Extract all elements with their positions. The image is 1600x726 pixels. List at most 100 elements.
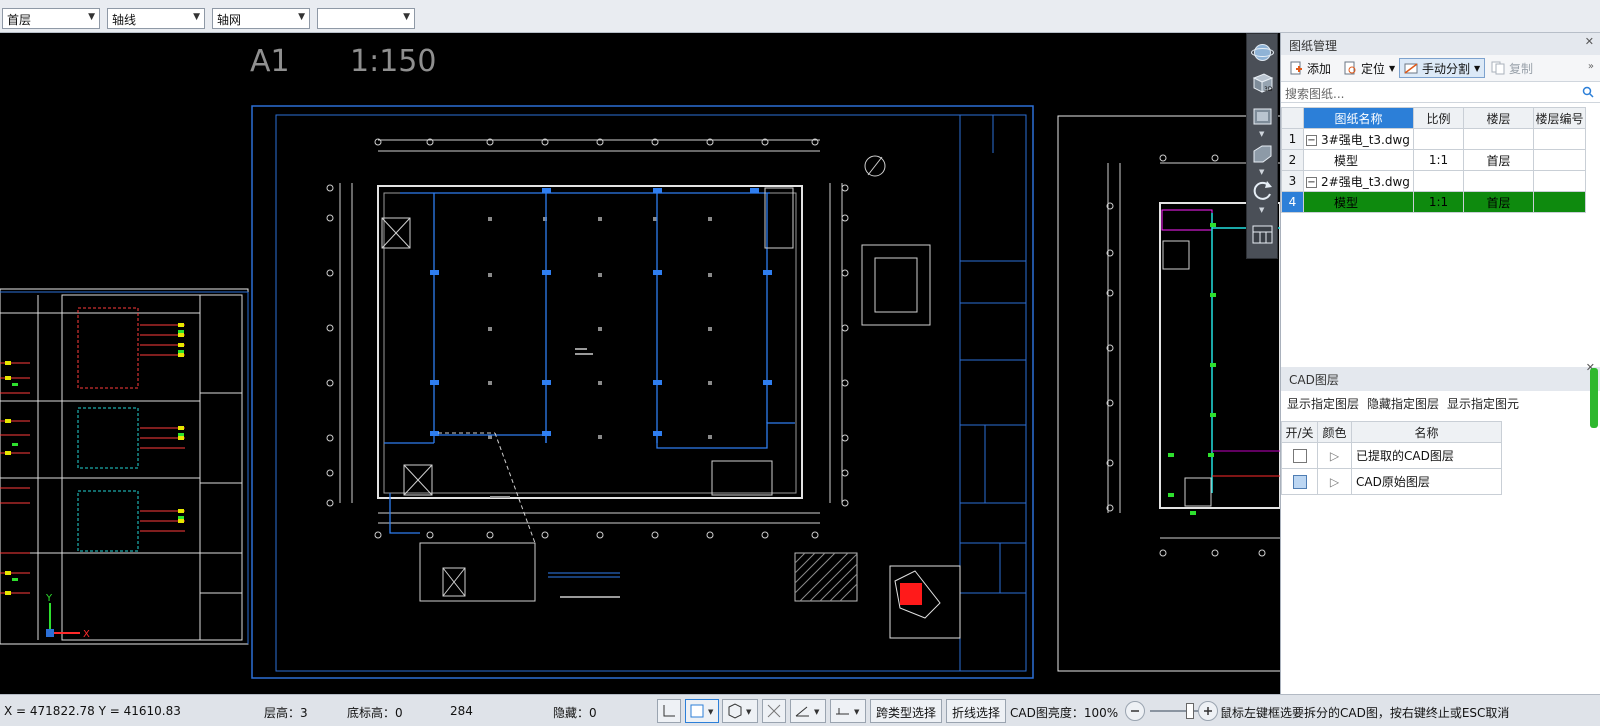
locate-button[interactable]: 定位 ▼	[1339, 58, 1399, 78]
select-box-icon[interactable]: ▼	[685, 699, 719, 723]
add-drawing-button[interactable]: 添加	[1285, 58, 1335, 78]
column-header-scale[interactable]: 比例	[1413, 107, 1464, 129]
scale-cell[interactable]	[1413, 170, 1464, 192]
ortho-icon[interactable]	[657, 699, 681, 723]
drawing-search-placeholder: 搜索图纸...	[1285, 87, 1345, 101]
column-header-name[interactable]: 图纸名称	[1303, 107, 1414, 129]
floor-number-cell[interactable]	[1533, 128, 1586, 150]
table-row[interactable]: 1 −3#强电_t3.dwg	[1281, 128, 1586, 150]
drawing-name-cell[interactable]: −2#强电_t3.dwg	[1303, 170, 1414, 192]
drawing-search[interactable]: 搜索图纸...	[1281, 81, 1600, 103]
svg-text:3D: 3D	[1264, 86, 1273, 93]
table-row[interactable]: 3 −2#强电_t3.dwg	[1281, 170, 1586, 192]
table-row[interactable]: 2 模型 1:1 首层	[1281, 149, 1586, 171]
chevron-down-icon: ▼	[193, 12, 200, 22]
dimension-icon[interactable]: ▼	[830, 699, 866, 723]
search-icon[interactable]	[1582, 86, 1594, 98]
row-number: 1	[1281, 128, 1304, 150]
floor-select[interactable]: 首层 ▼	[2, 8, 100, 29]
collapse-toggle[interactable]: −	[1306, 134, 1317, 146]
collapse-toggle[interactable]: −	[1306, 176, 1317, 188]
drawing-table: 图纸名称 比例 楼层 楼层编号 1 −3#强电_t3.dwg 2 模型 1:1 …	[1281, 107, 1586, 213]
split-icon	[1404, 63, 1418, 74]
floor-number-cell[interactable]	[1533, 191, 1586, 213]
floor-cell[interactable]: 首层	[1463, 191, 1534, 213]
scale-cell[interactable]	[1413, 128, 1464, 150]
floor-cell[interactable]	[1463, 128, 1534, 150]
axis-x-label: X	[83, 629, 90, 640]
scale-cell[interactable]: 1:1	[1413, 191, 1464, 213]
chevron-down-icon: ▼	[1389, 63, 1396, 73]
blank-select[interactable]: ▼	[317, 8, 415, 29]
status-bar: X = 471822.78 Y = 41610.83 层高：3 底标高：0 28…	[0, 694, 1600, 726]
drawing-table-header: 图纸名称 比例 楼层 楼层编号	[1281, 107, 1586, 129]
layer-name[interactable]: CAD原始图层	[1351, 468, 1502, 495]
panel-scrollbar[interactable]	[1590, 368, 1598, 428]
drawing-manager-header: 图纸管理 ✕	[1281, 33, 1600, 55]
chevron-down-icon[interactable]: ▼	[1259, 130, 1264, 138]
drawing-name[interactable]: 模型	[1303, 191, 1414, 213]
svg-text:▼: ▼	[814, 708, 820, 716]
layer-name[interactable]: 已提取的CAD图层	[1351, 442, 1502, 469]
cube-view-icon[interactable]: ▼	[722, 699, 758, 723]
brightness-slider-thumb[interactable]	[1186, 703, 1194, 719]
rotate-icon[interactable]	[1250, 178, 1275, 203]
chevron-down-icon[interactable]: ▼	[1259, 206, 1264, 214]
zoom-in-icon[interactable]	[1198, 701, 1218, 721]
expand-triangle-icon[interactable]: ▷	[1317, 468, 1352, 495]
zoom-out-icon[interactable]	[1125, 701, 1145, 721]
axis-line-select[interactable]: 轴线 ▼	[107, 8, 205, 29]
floor-number-cell[interactable]	[1533, 149, 1586, 171]
chevron-down-icon[interactable]: ▼	[1259, 168, 1264, 176]
drawing-manager-toolbar: 添加 定位 ▼ 手动分割 ▼ 复制 »	[1281, 55, 1600, 81]
copy-button[interactable]: 复制	[1487, 58, 1537, 78]
cad-brightness: CAD图亮度：100%	[1010, 706, 1119, 720]
cad-canvas[interactable]: A1 1:150 Y X	[0, 33, 1280, 694]
locate-icon	[1344, 61, 1356, 75]
column-header-floor[interactable]: 楼层	[1463, 107, 1534, 129]
column-header-floor-number[interactable]: 楼层编号	[1533, 107, 1586, 129]
manual-split-button[interactable]: 手动分割 ▼	[1399, 58, 1486, 78]
hide-specified-layer-link[interactable]: 隐藏指定图层	[1367, 395, 1439, 413]
axis-grid-select[interactable]: 轴网 ▼	[212, 8, 310, 29]
polyline-select-button[interactable]: 折线选择	[946, 699, 1007, 723]
drawing-name-cell[interactable]: −3#强电_t3.dwg	[1303, 128, 1414, 150]
view-front-icon[interactable]	[1250, 142, 1275, 167]
cursor-coordinates: X = 471822.78 Y = 41610.83	[4, 704, 181, 718]
view-top-icon[interactable]	[1250, 104, 1275, 129]
main-sheet	[251, 105, 1034, 679]
drawing-manager-title: 图纸管理	[1289, 39, 1338, 53]
floor-select-value: 首层	[7, 13, 32, 27]
scale-cell[interactable]: 1:1	[1413, 149, 1464, 171]
drawing-name[interactable]: 模型	[1303, 149, 1414, 171]
cross-type-select-button[interactable]: 跨类型选择	[870, 699, 943, 723]
cad-layer-table: 开/关 颜色 名称 ▷ 已提取的CAD图层 ▷ CAD原始图层	[1281, 421, 1502, 495]
svg-text:▼: ▼	[708, 708, 714, 716]
orbit-icon[interactable]	[1250, 40, 1275, 65]
view-3d-icon[interactable]: 3D	[1250, 70, 1275, 95]
layer-toggle-cell[interactable]	[1281, 468, 1318, 495]
layer-visibility-checkbox[interactable]	[1292, 474, 1307, 489]
floor-cell[interactable]: 首层	[1463, 149, 1534, 171]
view-grid-icon[interactable]	[1250, 222, 1275, 247]
table-row-selected[interactable]: 4 模型 1:1 首层	[1281, 191, 1586, 213]
expand-triangle-icon[interactable]: ▷	[1317, 442, 1352, 469]
table-row[interactable]: ▷ CAD原始图层	[1281, 468, 1502, 495]
cross-select-icon[interactable]	[762, 699, 786, 723]
left-sheet: Y X	[0, 288, 249, 645]
brightness-slider-track[interactable]	[1150, 710, 1205, 712]
floor-cell[interactable]	[1463, 170, 1534, 192]
row-number: 4	[1281, 191, 1304, 213]
top-toolbar: 首层 ▼ 轴线 ▼ 轴网 ▼ ▼	[0, 0, 1600, 33]
show-specified-element-link[interactable]: 显示指定图元	[1447, 395, 1519, 413]
overflow-icon[interactable]: »	[1588, 61, 1594, 72]
drawing-name: 2#强电_t3.dwg	[1321, 174, 1410, 189]
show-specified-layer-link[interactable]: 显示指定图层	[1287, 395, 1359, 413]
angle-icon[interactable]: ▼	[790, 699, 826, 723]
close-icon[interactable]: ✕	[1585, 35, 1594, 48]
copy-icon	[1491, 61, 1505, 75]
layer-visibility-checkbox[interactable]	[1292, 448, 1307, 463]
layer-toggle-cell[interactable]	[1281, 442, 1318, 469]
table-row[interactable]: ▷ 已提取的CAD图层	[1281, 442, 1502, 469]
floor-number-cell[interactable]	[1533, 170, 1586, 192]
